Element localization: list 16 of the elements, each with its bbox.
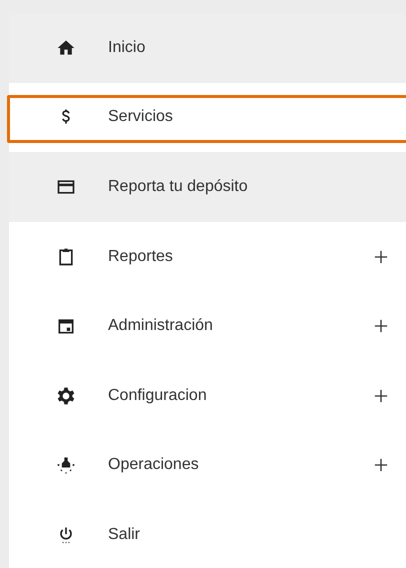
plus-icon[interactable] (374, 388, 388, 403)
lamp-icon (56, 455, 76, 476)
menu-label: Salir (108, 526, 142, 544)
gear-icon (56, 386, 76, 406)
menu-item[interactable]: Reporta tu depósito (9, 152, 406, 222)
plus-icon[interactable] (374, 250, 388, 264)
menu-label: Reportes (108, 248, 174, 266)
menu-label: Reporta tu depósito (108, 178, 249, 196)
menu-label: Configuracion (108, 386, 208, 405)
menu-label: Servicios (108, 108, 174, 126)
menu-item[interactable]: Inicio (9, 13, 406, 83)
menu-label: Inicio (108, 38, 146, 57)
plus-icon[interactable] (374, 458, 388, 472)
menu-label: Operaciones (108, 456, 200, 474)
menu-label: Administración (108, 317, 214, 336)
plus-icon[interactable] (374, 319, 388, 334)
